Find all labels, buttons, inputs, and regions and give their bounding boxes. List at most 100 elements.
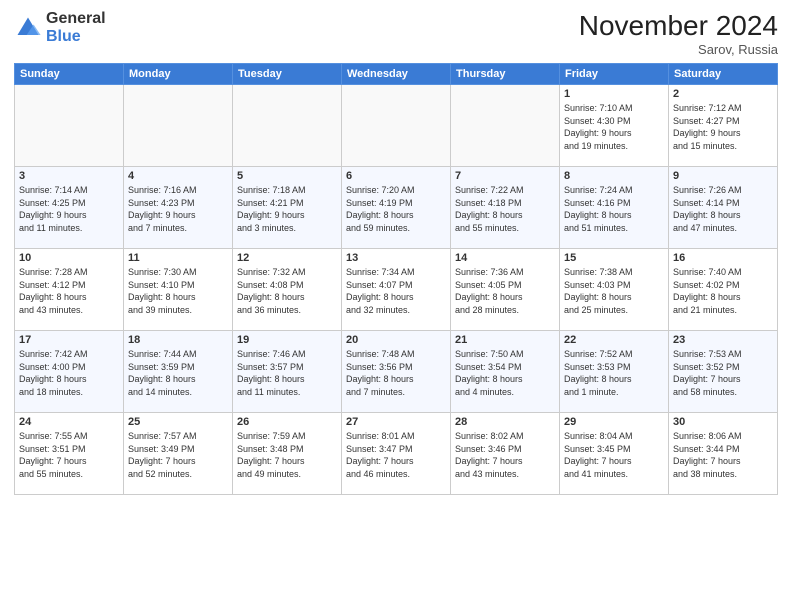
day-info: Sunrise: 7:16 AM Sunset: 4:23 PM Dayligh… (128, 184, 228, 234)
day-number: 11 (128, 252, 228, 264)
day-number: 16 (673, 252, 773, 264)
day-info: Sunrise: 7:34 AM Sunset: 4:07 PM Dayligh… (346, 266, 446, 316)
calendar-cell: 10 Sunrise: 7:28 AM Sunset: 4:12 PM Dayli… (15, 249, 124, 331)
calendar-week-2: 3 Sunrise: 7:14 AM Sunset: 4:25 PM Daylig… (15, 167, 778, 249)
day-number: 27 (346, 416, 446, 428)
calendar-cell: 14 Sunrise: 7:36 AM Sunset: 4:05 PM Dayli… (451, 249, 560, 331)
day-number: 14 (455, 252, 555, 264)
day-info: Sunrise: 7:28 AM Sunset: 4:12 PM Dayligh… (19, 266, 119, 316)
day-info: Sunrise: 7:53 AM Sunset: 3:52 PM Dayligh… (673, 348, 773, 398)
calendar-cell: 30Sunrise: 8:06 AM Sunset: 3:44 PM Dayli… (669, 413, 778, 495)
calendar-cell: 20 Sunrise: 7:48 AM Sunset: 3:56 PM Dayli… (342, 331, 451, 413)
day-info: Sunrise: 7:26 AM Sunset: 4:14 PM Dayligh… (673, 184, 773, 234)
day-number: 6 (346, 170, 446, 182)
logo-general: General (46, 10, 106, 28)
calendar-cell: 5 Sunrise: 7:18 AM Sunset: 4:21 PM Daylig… (233, 167, 342, 249)
calendar-cell: 28Sunrise: 8:02 AM Sunset: 3:46 PM Dayli… (451, 413, 560, 495)
logo: General Blue (14, 10, 106, 45)
calendar-cell: 16 Sunrise: 7:40 AM Sunset: 4:02 PM Dayli… (669, 249, 778, 331)
day-number: 19 (237, 334, 337, 346)
day-number: 5 (237, 170, 337, 182)
header-friday: Friday (560, 64, 669, 85)
calendar-cell: 26 Sunrise: 7:59 AM Sunset: 3:48 PM Dayli… (233, 413, 342, 495)
calendar-table: Sunday Monday Tuesday Wednesday Thursday… (14, 63, 778, 495)
calendar-week-5: 24 Sunrise: 7:55 AM Sunset: 3:51 PM Dayli… (15, 413, 778, 495)
day-info: Sunrise: 7:50 AM Sunset: 3:54 PM Dayligh… (455, 348, 555, 398)
header-wednesday: Wednesday (342, 64, 451, 85)
header-sunday: Sunday (15, 64, 124, 85)
day-info: Sunrise: 7:40 AM Sunset: 4:02 PM Dayligh… (673, 266, 773, 316)
day-number: 10 (19, 252, 119, 264)
day-number: 28 (455, 416, 555, 428)
calendar-cell: 19 Sunrise: 7:46 AM Sunset: 3:57 PM Dayli… (233, 331, 342, 413)
calendar-cell: 7Sunrise: 7:22 AM Sunset: 4:18 PM Daylig… (451, 167, 560, 249)
calendar-cell (342, 85, 451, 167)
month-title: November 2024 (579, 10, 778, 42)
day-info: Sunrise: 8:04 AM Sunset: 3:45 PM Dayligh… (564, 430, 664, 480)
day-info: Sunrise: 7:46 AM Sunset: 3:57 PM Dayligh… (237, 348, 337, 398)
header-saturday: Saturday (669, 64, 778, 85)
page-container: General Blue November 2024 Sarov, Russia… (0, 0, 792, 612)
day-number: 7 (455, 170, 555, 182)
day-number: 23 (673, 334, 773, 346)
logo-blue: Blue (46, 28, 106, 46)
calendar-cell: 4 Sunrise: 7:16 AM Sunset: 4:23 PM Daylig… (124, 167, 233, 249)
title-block: November 2024 Sarov, Russia (579, 10, 778, 57)
logo-icon (14, 14, 42, 42)
calendar-cell: 12Sunrise: 7:32 AM Sunset: 4:08 PM Dayli… (233, 249, 342, 331)
day-info: Sunrise: 7:42 AM Sunset: 4:00 PM Dayligh… (19, 348, 119, 398)
calendar-cell (124, 85, 233, 167)
calendar-cell: 29 Sunrise: 8:04 AM Sunset: 3:45 PM Dayli… (560, 413, 669, 495)
day-info: Sunrise: 7:32 AM Sunset: 4:08 PM Dayligh… (237, 266, 337, 316)
calendar-cell: 6 Sunrise: 7:20 AM Sunset: 4:19 PM Daylig… (342, 167, 451, 249)
day-info: Sunrise: 7:48 AM Sunset: 3:56 PM Dayligh… (346, 348, 446, 398)
day-info: Sunrise: 7:36 AM Sunset: 4:05 PM Dayligh… (455, 266, 555, 316)
logo-text: General Blue (46, 10, 106, 45)
header-thursday: Thursday (451, 64, 560, 85)
calendar-cell: 11Sunrise: 7:30 AM Sunset: 4:10 PM Dayli… (124, 249, 233, 331)
calendar-week-4: 17 Sunrise: 7:42 AM Sunset: 4:00 PM Dayli… (15, 331, 778, 413)
day-info: Sunrise: 7:55 AM Sunset: 3:51 PM Dayligh… (19, 430, 119, 480)
day-number: 24 (19, 416, 119, 428)
calendar-cell: 1Sunrise: 7:10 AM Sunset: 4:30 PM Daylig… (560, 85, 669, 167)
day-info: Sunrise: 8:01 AM Sunset: 3:47 PM Dayligh… (346, 430, 446, 480)
day-number: 17 (19, 334, 119, 346)
day-number: 21 (455, 334, 555, 346)
calendar-cell: 13Sunrise: 7:34 AM Sunset: 4:07 PM Dayli… (342, 249, 451, 331)
day-number: 22 (564, 334, 664, 346)
calendar-cell (15, 85, 124, 167)
calendar-cell: 2 Sunrise: 7:12 AM Sunset: 4:27 PM Daylig… (669, 85, 778, 167)
day-info: Sunrise: 7:12 AM Sunset: 4:27 PM Dayligh… (673, 102, 773, 152)
day-info: Sunrise: 7:57 AM Sunset: 3:49 PM Dayligh… (128, 430, 228, 480)
day-number: 2 (673, 88, 773, 100)
calendar-week-1: 1Sunrise: 7:10 AM Sunset: 4:30 PM Daylig… (15, 85, 778, 167)
day-number: 8 (564, 170, 664, 182)
calendar-cell: 22Sunrise: 7:52 AM Sunset: 3:53 PM Dayli… (560, 331, 669, 413)
day-info: Sunrise: 7:38 AM Sunset: 4:03 PM Dayligh… (564, 266, 664, 316)
calendar-cell: 25 Sunrise: 7:57 AM Sunset: 3:49 PM Dayli… (124, 413, 233, 495)
day-number: 25 (128, 416, 228, 428)
day-number: 20 (346, 334, 446, 346)
calendar-week-3: 10 Sunrise: 7:28 AM Sunset: 4:12 PM Dayli… (15, 249, 778, 331)
calendar-cell (233, 85, 342, 167)
day-info: Sunrise: 7:20 AM Sunset: 4:19 PM Dayligh… (346, 184, 446, 234)
calendar-cell: 15 Sunrise: 7:38 AM Sunset: 4:03 PM Dayli… (560, 249, 669, 331)
day-info: Sunrise: 7:24 AM Sunset: 4:16 PM Dayligh… (564, 184, 664, 234)
day-number: 3 (19, 170, 119, 182)
calendar-cell: 3 Sunrise: 7:14 AM Sunset: 4:25 PM Daylig… (15, 167, 124, 249)
calendar-cell: 18Sunrise: 7:44 AM Sunset: 3:59 PM Dayli… (124, 331, 233, 413)
calendar-cell: 8 Sunrise: 7:24 AM Sunset: 4:16 PM Daylig… (560, 167, 669, 249)
day-number: 29 (564, 416, 664, 428)
calendar-cell: 17 Sunrise: 7:42 AM Sunset: 4:00 PM Dayli… (15, 331, 124, 413)
day-number: 30 (673, 416, 773, 428)
day-number: 4 (128, 170, 228, 182)
day-info: Sunrise: 7:14 AM Sunset: 4:25 PM Dayligh… (19, 184, 119, 234)
day-number: 15 (564, 252, 664, 264)
calendar-cell: 27 Sunrise: 8:01 AM Sunset: 3:47 PM Dayli… (342, 413, 451, 495)
day-number: 26 (237, 416, 337, 428)
calendar-cell: 23 Sunrise: 7:53 AM Sunset: 3:52 PM Dayli… (669, 331, 778, 413)
day-info: Sunrise: 7:59 AM Sunset: 3:48 PM Dayligh… (237, 430, 337, 480)
header-tuesday: Tuesday (233, 64, 342, 85)
day-info: Sunrise: 7:18 AM Sunset: 4:21 PM Dayligh… (237, 184, 337, 234)
day-info: Sunrise: 7:10 AM Sunset: 4:30 PM Dayligh… (564, 102, 664, 152)
